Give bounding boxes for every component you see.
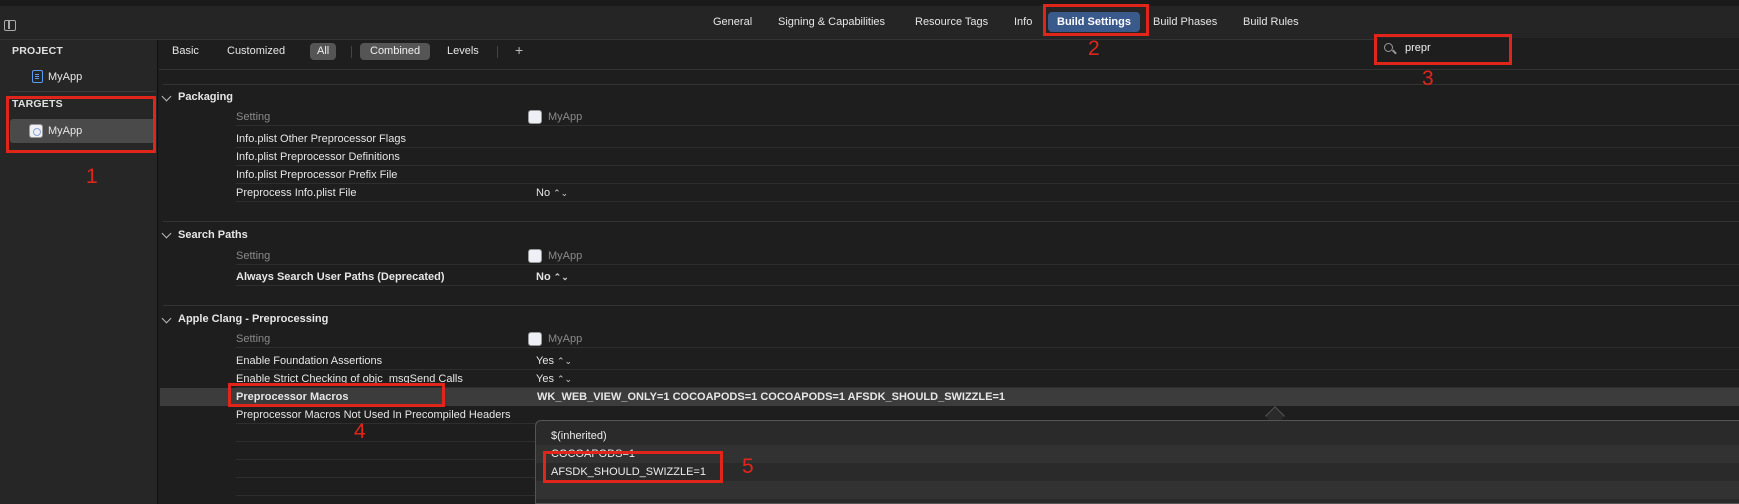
header-target: MyApp — [548, 250, 583, 262]
section-divider — [163, 305, 1739, 306]
tab-resource-tags[interactable]: Resource Tags — [906, 12, 997, 32]
setting-name: Info.plist Preprocessor Prefix File — [236, 169, 398, 181]
callout-box-2 — [1043, 4, 1149, 36]
section-apple-clang-title[interactable]: Apple Clang - Preprocessing — [178, 313, 328, 325]
setting-value: Yes — [536, 355, 554, 367]
header-setting: Setting — [236, 333, 271, 345]
sidebar-toggle-icon[interactable] — [4, 20, 16, 31]
sidebar-divider — [10, 91, 156, 92]
setting-value-popup[interactable]: Yes ⌃⌄ — [536, 352, 572, 370]
setting-name: Enable Foundation Assertions — [236, 355, 383, 367]
callout-number-3: 3 — [1422, 67, 1434, 90]
callout-number-4: 4 — [354, 420, 366, 443]
filter-basic-button[interactable]: Basic — [162, 43, 209, 60]
section-packaging-title[interactable]: Packaging — [178, 91, 233, 103]
setting-value: No — [536, 271, 551, 283]
setting-row[interactable]: Always Search User Paths (Deprecated) No… — [236, 268, 1739, 286]
callout-number-5: 5 — [742, 455, 754, 478]
section-divider — [163, 221, 1739, 222]
chevron-down-icon[interactable] — [161, 313, 172, 324]
callout-box-4 — [228, 383, 445, 407]
macro-list-empty-row — [536, 481, 1739, 499]
setting-row[interactable]: Info.plist Preprocessor Definitions — [236, 148, 1739, 166]
callout-number-2: 2 — [1088, 37, 1100, 60]
setting-value-popup[interactable]: No ⌃⌄ — [536, 184, 568, 202]
header-target: MyApp — [548, 333, 583, 345]
callout-box-5 — [543, 451, 723, 483]
setting-value-popup[interactable]: Yes ⌃⌄ — [536, 370, 572, 388]
setting-value: Yes — [536, 373, 554, 385]
project-item-myapp[interactable]: MyApp — [10, 65, 156, 89]
packaging-header-row: Setting MyApp — [236, 108, 1739, 126]
setting-name: Always Search User Paths (Deprecated) — [236, 271, 445, 283]
setting-row[interactable]: Info.plist Other Preprocessor Flags — [236, 130, 1739, 148]
tab-signing-capabilities[interactable]: Signing & Capabilities — [769, 12, 894, 32]
clang-header-row: Setting MyApp — [236, 330, 1739, 348]
setting-row[interactable]: Enable Strict Checking of objc_msgSend C… — [236, 370, 1739, 388]
setting-value-popup[interactable]: No ⌃⌄ — [536, 268, 569, 286]
callout-number-1: 1 — [86, 165, 98, 188]
setting-row[interactable]: Preprocess Info.plist File No ⌃⌄ — [236, 184, 1739, 202]
updown-chevron-icon: ⌃⌄ — [556, 374, 573, 384]
tab-info[interactable]: Info — [1005, 12, 1041, 32]
target-app-icon — [528, 110, 542, 124]
target-app-icon — [528, 249, 542, 263]
header-target: MyApp — [548, 111, 583, 123]
macro-list-item[interactable]: $(inherited) — [536, 427, 1739, 445]
view-combined-button[interactable]: Combined — [360, 43, 431, 60]
chevron-down-icon[interactable] — [161, 91, 172, 102]
search-paths-header-row: Setting MyApp — [236, 247, 1739, 265]
add-setting-button[interactable]: + — [515, 42, 523, 58]
setting-value: No — [536, 187, 551, 199]
setting-name: Info.plist Preprocessor Definitions — [236, 151, 400, 163]
filter-customized-button[interactable]: Customized — [217, 43, 295, 60]
section-search-paths-title[interactable]: Search Paths — [178, 229, 248, 241]
tab-build-rules[interactable]: Build Rules — [1234, 12, 1308, 32]
setting-name: Info.plist Other Preprocessor Flags — [236, 133, 406, 145]
project-item-label: MyApp — [48, 71, 83, 83]
updown-chevron-icon: ⌃⌄ — [553, 188, 569, 198]
project-file-icon — [32, 70, 43, 83]
section-divider — [163, 84, 1739, 85]
updown-chevron-icon: ⌃⌄ — [553, 272, 569, 282]
toolbar-divider — [497, 46, 498, 58]
callout-box-1 — [6, 96, 156, 153]
setting-row[interactable]: Info.plist Preprocessor Prefix File — [236, 166, 1739, 184]
callout-box-3 — [1374, 34, 1512, 65]
header-setting: Setting — [236, 250, 271, 262]
chevron-down-icon[interactable] — [161, 228, 172, 239]
setting-value[interactable]: WK_WEB_VIEW_ONLY=1 COCOAPODS=1 COCOAPODS… — [537, 388, 1005, 406]
setting-name: Preprocessor Macros Not Used In Precompi… — [236, 409, 511, 421]
header-setting: Setting — [236, 111, 271, 123]
view-levels-button[interactable]: Levels — [437, 43, 489, 60]
updown-chevron-icon: ⌃⌄ — [556, 356, 573, 366]
toolbar-divider — [351, 46, 352, 58]
setting-row-preprocessor-macros[interactable]: Preprocessor Macros WK_WEB_VIEW_ONLY=1 C… — [236, 388, 1739, 406]
setting-name: Preprocess Info.plist File — [236, 187, 357, 199]
tab-build-phases[interactable]: Build Phases — [1144, 12, 1226, 32]
setting-row[interactable]: Enable Foundation Assertions Yes ⌃⌄ — [236, 352, 1739, 370]
project-header: PROJECT — [12, 45, 63, 57]
filter-all-button[interactable]: All — [310, 43, 337, 60]
target-app-icon — [528, 332, 542, 346]
tab-general[interactable]: General — [704, 12, 761, 32]
